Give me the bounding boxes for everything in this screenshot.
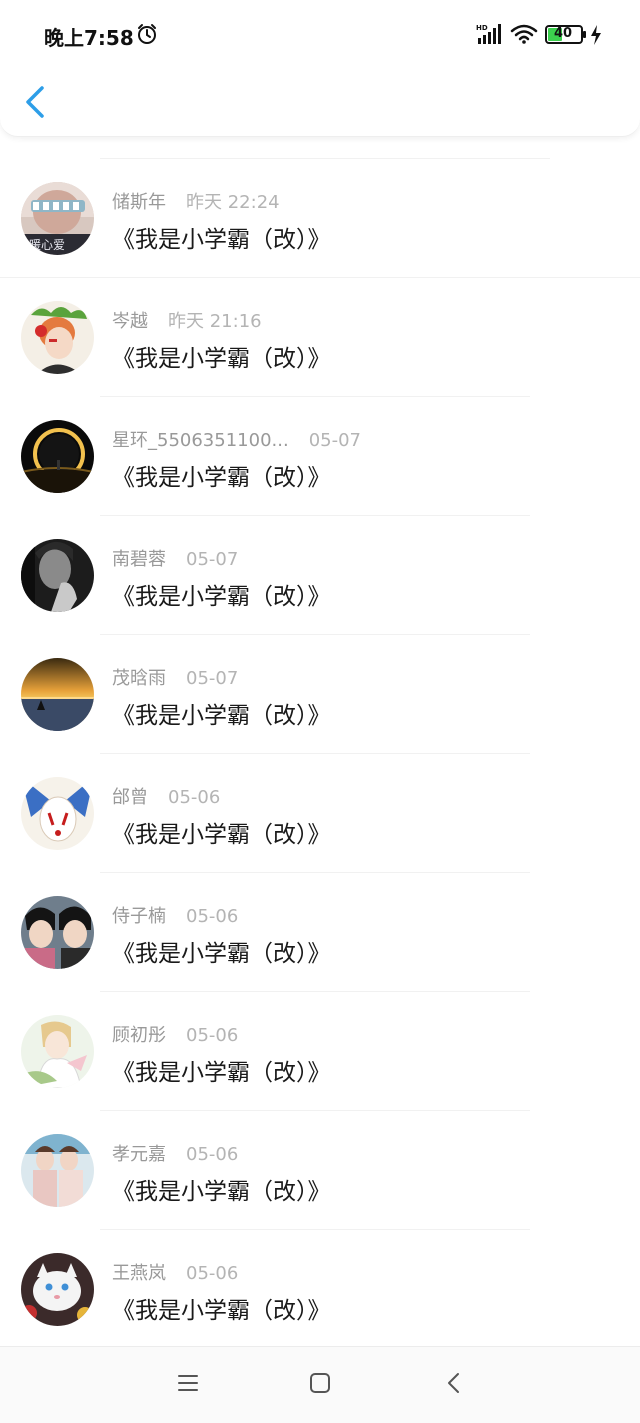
list-item[interactable]: 侍子楠 05-06 《我是小学霸（改）》	[0, 873, 640, 992]
comment-time: 05-07	[186, 549, 239, 570]
battery-level: 40	[553, 26, 573, 41]
menu-button[interactable]	[176, 1371, 200, 1399]
comment-meta: 王燕岚 05-06	[112, 1259, 238, 1285]
comment-time: 05-06	[186, 906, 239, 927]
menu-icon	[178, 1375, 198, 1391]
list-item[interactable]: 王燕岚 05-06 《我是小学霸（改）》	[0, 1230, 640, 1349]
comment-title[interactable]: 《我是小学霸（改）》	[112, 220, 331, 254]
comment-meta: 孝元嘉 05-06	[112, 1140, 238, 1166]
comment-title[interactable]: 《我是小学霸（改）》	[112, 458, 331, 492]
avatar[interactable]: 暖心爱	[21, 182, 94, 255]
back-icon	[448, 1373, 459, 1393]
back-button[interactable]	[18, 82, 54, 122]
battery-icon: 40	[545, 25, 587, 49]
header: 晚上7:58 HD 40	[0, 0, 640, 137]
list-item[interactable]: 南碧蓉 05-07 《我是小学霸（改）》	[0, 516, 640, 635]
nav-back-button[interactable]	[442, 1371, 466, 1399]
avatar[interactable]	[21, 539, 94, 612]
user-name[interactable]: 王燕岚	[112, 1263, 166, 1284]
avatar[interactable]	[21, 658, 94, 731]
list-item[interactable]: 岑越 昨天 21:16 《我是小学霸（改）》	[0, 278, 640, 397]
user-name[interactable]: 邰曾	[112, 787, 148, 808]
comment-title[interactable]: 《我是小学霸（改）》	[112, 1291, 331, 1325]
status-time: 晚上7:58	[44, 26, 134, 50]
comment-meta: 储斯年 昨天 22:24	[112, 188, 280, 214]
avatar[interactable]	[21, 1134, 94, 1207]
comment-time: 05-06	[168, 787, 221, 808]
user-name[interactable]: 顾初彤	[112, 1025, 166, 1046]
comment-title[interactable]: 《我是小学霸（改）》	[112, 1053, 331, 1087]
comment-meta: 南碧蓉 05-07	[112, 545, 238, 571]
list-item[interactable]: 邰曾 05-06 《我是小学霸（改）》	[0, 754, 640, 873]
list-item[interactable]: 暖心爱 储斯年 昨天 22:24 《我是小学霸（改）》	[0, 159, 640, 278]
avatar[interactable]	[21, 301, 94, 374]
comment-time: 05-06	[186, 1025, 239, 1046]
svg-text:暖心爱: 暖心爱	[29, 238, 65, 252]
list-item[interactable]: 顾初彤 05-06 《我是小学霸（改）》	[0, 992, 640, 1111]
comment-time: 昨天 22:24	[186, 192, 280, 213]
home-button[interactable]	[308, 1371, 332, 1399]
avatar[interactable]	[21, 777, 94, 850]
comment-title[interactable]: 《我是小学霸（改）》	[112, 815, 331, 849]
comment-title[interactable]: 《我是小学霸（改）》	[112, 934, 331, 968]
comment-title[interactable]: 《我是小学霸（改）》	[112, 339, 331, 373]
wifi-icon	[510, 24, 538, 44]
comment-time: 05-06	[186, 1263, 239, 1284]
chevron-left-icon	[26, 86, 44, 118]
user-name[interactable]: 岑越	[112, 311, 148, 332]
user-name[interactable]: 侍子楠	[112, 906, 166, 927]
avatar[interactable]	[21, 1015, 94, 1088]
avatar[interactable]	[21, 896, 94, 969]
alarm-icon	[138, 24, 156, 44]
comment-meta: 岑越 昨天 21:16	[112, 307, 262, 333]
screen: 晚上7:58 HD 40 暖心爱 储斯年 昨天 22:24 《我是小学霸（改）》…	[0, 0, 640, 1423]
user-name[interactable]: 茂晗雨	[112, 668, 166, 689]
list-item[interactable]: 星环_5506351100... 05-07 《我是小学霸（改）》	[0, 397, 640, 516]
avatar[interactable]	[21, 1253, 94, 1326]
user-name[interactable]: 星环_5506351100...	[112, 430, 289, 451]
comment-title[interactable]: 《我是小学霸（改）》	[112, 1172, 331, 1206]
list-item[interactable]: 茂晗雨 05-07 《我是小学霸（改）》	[0, 635, 640, 754]
comment-meta: 茂晗雨 05-07	[112, 664, 238, 690]
charging-icon	[591, 25, 601, 45]
user-name[interactable]: 储斯年	[112, 192, 166, 213]
comment-title[interactable]: 《我是小学霸（改）》	[112, 577, 331, 611]
system-nav-bar	[0, 1346, 640, 1423]
comment-time: 05-07	[186, 668, 239, 689]
svg-text:HD: HD	[476, 24, 488, 32]
user-name[interactable]: 孝元嘉	[112, 1144, 166, 1165]
comment-title[interactable]: 《我是小学霸（改）》	[112, 696, 331, 730]
comment-meta: 侍子楠 05-06	[112, 902, 238, 928]
comment-time: 05-06	[186, 1144, 239, 1165]
comment-meta: 星环_5506351100... 05-07	[112, 426, 361, 452]
signal-icon: HD	[476, 24, 501, 44]
comment-meta: 顾初彤 05-06	[112, 1021, 238, 1047]
home-icon	[310, 1373, 330, 1393]
user-name[interactable]: 南碧蓉	[112, 549, 166, 570]
comment-time: 05-07	[308, 430, 361, 451]
status-bar: 晚上7:58 HD 40	[0, 0, 640, 70]
comment-time: 昨天 21:16	[168, 311, 262, 332]
comment-meta: 邰曾 05-06	[112, 783, 220, 809]
avatar[interactable]	[21, 420, 94, 493]
list-item[interactable]: 孝元嘉 05-06 《我是小学霸（改）》	[0, 1111, 640, 1230]
